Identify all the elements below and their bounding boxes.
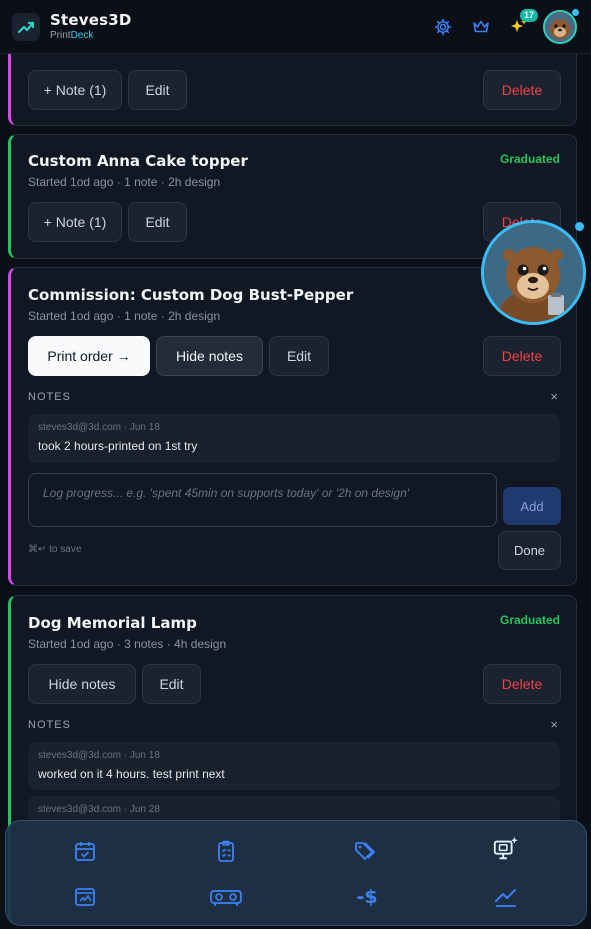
- brand-name: Steves3D: [50, 10, 132, 29]
- note-item: steves3d@3d.com · Jun 18 worked on it 4 …: [28, 742, 560, 790]
- app-header: Steves3D PrintDeck 17: [0, 0, 591, 54]
- progress-input[interactable]: Log progress... e.g. 'spent 45min on sup…: [28, 473, 497, 527]
- notes-label: NOTES: [28, 719, 71, 731]
- edit-button[interactable]: Edit: [142, 664, 201, 704]
- header-actions: 17: [417, 9, 579, 44]
- mascot-status-dot: [575, 222, 584, 231]
- printer-icon[interactable]: [208, 883, 244, 911]
- delete-button[interactable]: Delete: [483, 664, 561, 704]
- otter-mascot-icon: [484, 223, 583, 322]
- status-badge: Graduated: [499, 152, 560, 166]
- project-card: Commission: Custom Dog Bust-Pepper Start…: [8, 267, 577, 586]
- note-meta: steves3d@3d.com · Jun 18: [38, 750, 160, 761]
- add-note-button[interactable]: Add: [503, 487, 561, 525]
- close-notes-button[interactable]: ×: [550, 389, 558, 404]
- edit-button[interactable]: Edit: [128, 70, 187, 110]
- note-item: steves3d@3d.com · Jun 18 took 2 hours-pr…: [28, 414, 560, 463]
- note-text: worked on it 4 hours. test print next: [38, 767, 225, 781]
- trend-chart-icon[interactable]: [492, 883, 520, 911]
- done-button[interactable]: Done: [498, 531, 561, 570]
- bottom-dock: -$: [5, 820, 587, 926]
- print-order-button[interactable]: Print order →: [28, 336, 150, 376]
- edit-button[interactable]: Edit: [269, 336, 329, 376]
- minus-dollar-icon[interactable]: -$: [350, 883, 384, 911]
- notes-label: NOTES: [28, 391, 71, 403]
- mascot-assistant-button[interactable]: [481, 220, 586, 325]
- hide-notes-button[interactable]: Hide notes: [156, 336, 263, 376]
- hide-notes-button[interactable]: Hide notes: [28, 664, 136, 704]
- app-logo[interactable]: [12, 12, 40, 41]
- notification-badge: 17: [519, 9, 538, 22]
- trend-up-icon: [17, 21, 35, 33]
- ai-monitor-icon[interactable]: [492, 835, 520, 863]
- gear-icon: [434, 18, 452, 36]
- edit-button[interactable]: Edit: [128, 202, 187, 242]
- delete-button[interactable]: Delete: [483, 336, 561, 376]
- status-badge: Graduated: [499, 613, 560, 627]
- close-notes-button[interactable]: ×: [550, 717, 558, 732]
- note-text: took 2 hours-printed on 1st try: [38, 439, 198, 453]
- add-note-button[interactable]: + Note (1): [28, 70, 122, 110]
- save-hint: ⌘↵ to save: [28, 544, 82, 555]
- otter-avatar-icon: [545, 12, 575, 42]
- brand-subtitle: PrintDeck: [50, 29, 132, 41]
- project-meta: Started 1od ago · 1 note · 2h design: [28, 175, 221, 189]
- minus-dollar-label: -$: [356, 886, 378, 908]
- user-avatar[interactable]: [543, 9, 579, 44]
- calendar-check-icon[interactable]: [71, 837, 99, 865]
- ai-assistant-button[interactable]: 17: [507, 9, 538, 39]
- brand: Steves3D PrintDeck: [50, 10, 132, 41]
- clipboard-list-icon[interactable]: [212, 837, 240, 865]
- brand-sub-print: Print: [50, 29, 71, 41]
- add-note-button[interactable]: + Note (1): [28, 202, 122, 242]
- project-title: Dog Memorial Lamp: [28, 614, 197, 632]
- brand-sub-deck: Deck: [70, 29, 94, 41]
- delete-button[interactable]: Delete: [483, 70, 561, 110]
- crown-icon: [473, 20, 489, 33]
- online-dot: [572, 9, 579, 16]
- project-title: Commission: Custom Dog Bust-Pepper: [28, 286, 354, 304]
- tags-icon[interactable]: [352, 837, 380, 865]
- project-meta: Started 1od ago · 3 notes · 4h design: [28, 637, 227, 651]
- settings-button[interactable]: [431, 15, 455, 39]
- note-meta: steves3d@3d.com · Jun 28: [38, 804, 160, 815]
- premium-button[interactable]: [469, 15, 493, 39]
- image-board-icon[interactable]: [71, 883, 99, 911]
- project-meta: Started 1od ago · 1 note · 2h design: [28, 309, 221, 323]
- project-title: Custom Anna Cake topper: [28, 152, 248, 170]
- note-meta: steves3d@3d.com · Jun 18: [38, 422, 160, 433]
